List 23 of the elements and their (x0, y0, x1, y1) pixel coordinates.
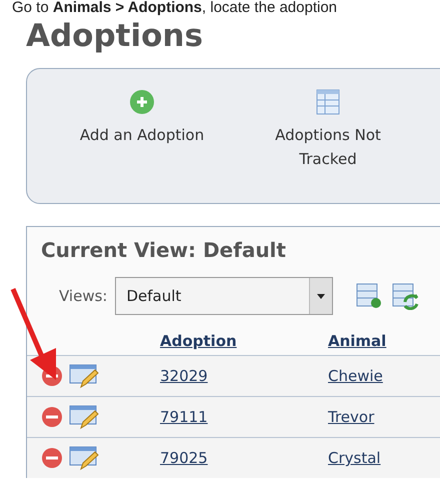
edit-icon[interactable] (69, 404, 99, 430)
edit-icon[interactable] (69, 363, 99, 389)
edit-icon[interactable] (69, 445, 99, 471)
table-icon (316, 89, 340, 115)
record-number-link[interactable]: 79025 (160, 449, 208, 467)
action-button[interactable]: Adoptions Not Tracked (253, 89, 403, 203)
action-button[interactable]: Add an Adoption (67, 89, 217, 203)
page-title: Adoptions (26, 17, 204, 56)
table-add-icon[interactable] (355, 282, 384, 310)
views-dropdown[interactable]: Default (115, 277, 334, 315)
column-header-link[interactable]: Adoption (160, 332, 237, 350)
caret-icon (317, 294, 326, 298)
view-heading: Current View: Default (40, 237, 287, 264)
plus-circle-icon (129, 89, 155, 115)
remove-icon[interactable] (41, 406, 63, 428)
pet-name-link[interactable]: Trevor (328, 408, 374, 426)
remove-icon[interactable] (41, 447, 63, 469)
views-label: Views: (59, 287, 108, 305)
record-number-link[interactable]: 79111 (160, 408, 208, 426)
instruction-text: Go to Animals > Adoptions, locate the adoption (11, 0, 338, 16)
record-number-link[interactable]: 32029 (160, 367, 208, 385)
column-header-link[interactable]: Animal (328, 332, 386, 350)
table-refresh-icon[interactable] (391, 282, 420, 310)
